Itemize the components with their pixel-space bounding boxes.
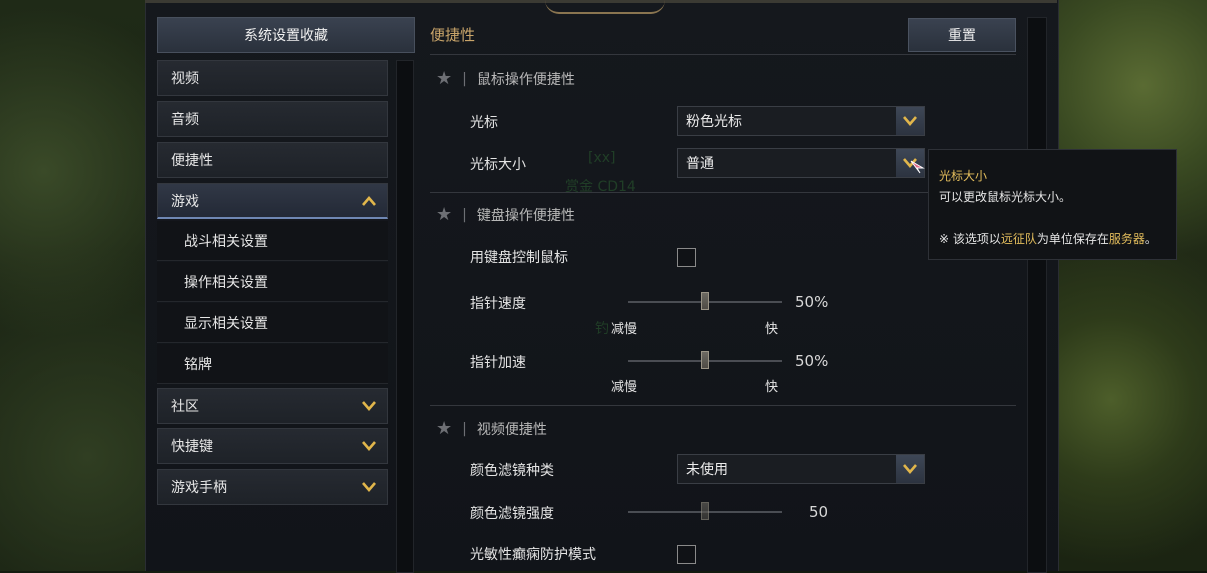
favorites-header-button[interactable]: 系统设置收藏	[157, 17, 415, 53]
note-highlight: 服务器	[1108, 232, 1145, 246]
separator: |	[462, 71, 467, 87]
sub-item-nameplate[interactable]: 铭牌	[157, 344, 388, 384]
group-header-video: ★ | 视频便捷性	[436, 419, 547, 439]
cursor-size-label: 光标大小	[470, 157, 526, 173]
mouse-cursor-icon	[910, 160, 925, 174]
sub-item-controls[interactable]: 操作相关设置	[157, 262, 388, 302]
chevron-down-icon	[362, 401, 376, 411]
cursor-size-tooltip: 光标大小 可以更改鼠标光标大小。 ※ 该选项以远征队为单位保存在服务器。	[928, 149, 1177, 260]
sub-item-label: 铭牌	[184, 356, 212, 373]
chevron-down-icon[interactable]	[896, 455, 924, 483]
nav-item-video[interactable]: 视频	[157, 60, 388, 96]
nav-item-label: 游戏	[171, 193, 199, 210]
note-text: ※ 该选项以	[939, 232, 1001, 246]
group-title: 键盘操作便捷性	[476, 208, 575, 224]
left-scrollbar[interactable]	[396, 60, 414, 573]
sub-item-combat[interactable]: 战斗相关设置	[157, 221, 388, 261]
star-icon[interactable]: ★	[436, 420, 452, 438]
group-header-mouse: ★ | 鼠标操作便捷性	[436, 69, 575, 89]
ghost-text: 钓	[595, 321, 609, 337]
separator: |	[462, 207, 467, 223]
chevron-down-icon	[362, 441, 376, 451]
group-title: 鼠标操作便捷性	[476, 72, 575, 88]
nav-item-community[interactable]: 社区	[157, 388, 388, 424]
note-highlight: 远征队	[1000, 232, 1037, 246]
chevron-down-icon[interactable]	[896, 107, 924, 135]
chevron-up-icon	[362, 195, 376, 206]
photosensitive-checkbox[interactable]	[677, 545, 696, 564]
select-value: 普通	[686, 156, 714, 172]
note-text: 。	[1144, 232, 1157, 246]
reset-button[interactable]: 重置	[908, 18, 1016, 52]
group-title: 视频便捷性	[476, 422, 547, 438]
slider-max-label: 快	[765, 380, 779, 395]
nav-item-game[interactable]: 游戏	[157, 183, 388, 219]
slider-max-label: 快	[765, 322, 779, 337]
filter-strength-knob[interactable]	[701, 502, 709, 520]
group-header-keyboard: ★ | 键盘操作便捷性	[436, 205, 575, 225]
nav-item-label: 便捷性	[171, 153, 213, 169]
background-foliage-right	[1047, 0, 1207, 571]
nav-item-audio[interactable]: 音频	[157, 101, 388, 137]
filter-type-select[interactable]: 未使用	[677, 454, 925, 484]
sub-item-label: 战斗相关设置	[184, 233, 268, 250]
filter-type-label: 颜色滤镜种类	[470, 463, 554, 479]
nav-item-gamepad[interactable]: 游戏手柄	[157, 469, 388, 505]
divider	[430, 54, 1016, 55]
right-scrollbar[interactable]	[1027, 17, 1047, 573]
ghost-text: [xx]	[588, 150, 616, 166]
tooltip-note: ※ 该选项以远征队为单位保存在服务器。	[939, 229, 1166, 250]
cursor-label: 光标	[470, 115, 498, 131]
separator: |	[462, 421, 467, 437]
select-value: 粉色光标	[686, 114, 742, 130]
tooltip-title: 光标大小	[939, 169, 988, 183]
photosensitive-label: 光敏性癫痫防护模式	[470, 547, 596, 563]
ghost-text: 赏金 CD14	[565, 179, 636, 195]
nav-item-accessibility[interactable]: 便捷性	[157, 142, 388, 178]
cursor-select[interactable]: 粉色光标	[677, 106, 925, 136]
divider	[430, 405, 1016, 406]
chevron-down-icon	[362, 482, 376, 492]
sub-item-label: 显示相关设置	[184, 315, 268, 332]
pointer-accel-value: 50%	[795, 352, 829, 370]
note-text: 为单位保存在	[1036, 232, 1109, 246]
tooltip-line: 可以更改鼠标光标大小。	[939, 190, 1072, 204]
keyboard-mouse-checkbox[interactable]	[677, 248, 696, 267]
nav-item-label: 游戏手柄	[171, 480, 227, 496]
filter-strength-value: 50	[809, 503, 829, 521]
nav-item-label: 社区	[171, 399, 199, 415]
nav-item-label: 视频	[171, 71, 199, 87]
background-foliage-left	[0, 0, 145, 571]
pointer-speed-label: 指针速度	[470, 296, 526, 312]
sub-item-display[interactable]: 显示相关设置	[157, 303, 388, 343]
pointer-accel-label: 指针加速	[470, 355, 526, 371]
cursor-size-select[interactable]: 普通	[677, 148, 925, 178]
slider-min-label: 减慢	[611, 322, 638, 337]
nav-item-label: 快捷键	[171, 439, 213, 455]
star-icon[interactable]: ★	[436, 70, 452, 88]
pointer-speed-knob[interactable]	[701, 292, 709, 310]
top-ornament	[545, 0, 665, 14]
pointer-accel-knob[interactable]	[701, 351, 709, 369]
star-icon[interactable]: ★	[436, 206, 452, 224]
sub-item-label: 操作相关设置	[184, 274, 268, 291]
nav-item-hotkeys[interactable]: 快捷键	[157, 428, 388, 464]
slider-min-label: 减慢	[611, 380, 638, 395]
section-title: 便捷性	[430, 26, 476, 44]
pointer-speed-value: 50%	[795, 293, 829, 311]
nav-item-label: 音频	[171, 112, 199, 128]
filter-strength-label: 颜色滤镜强度	[470, 506, 554, 522]
keyboard-mouse-label: 用键盘控制鼠标	[470, 250, 568, 266]
select-value: 未使用	[686, 462, 728, 478]
